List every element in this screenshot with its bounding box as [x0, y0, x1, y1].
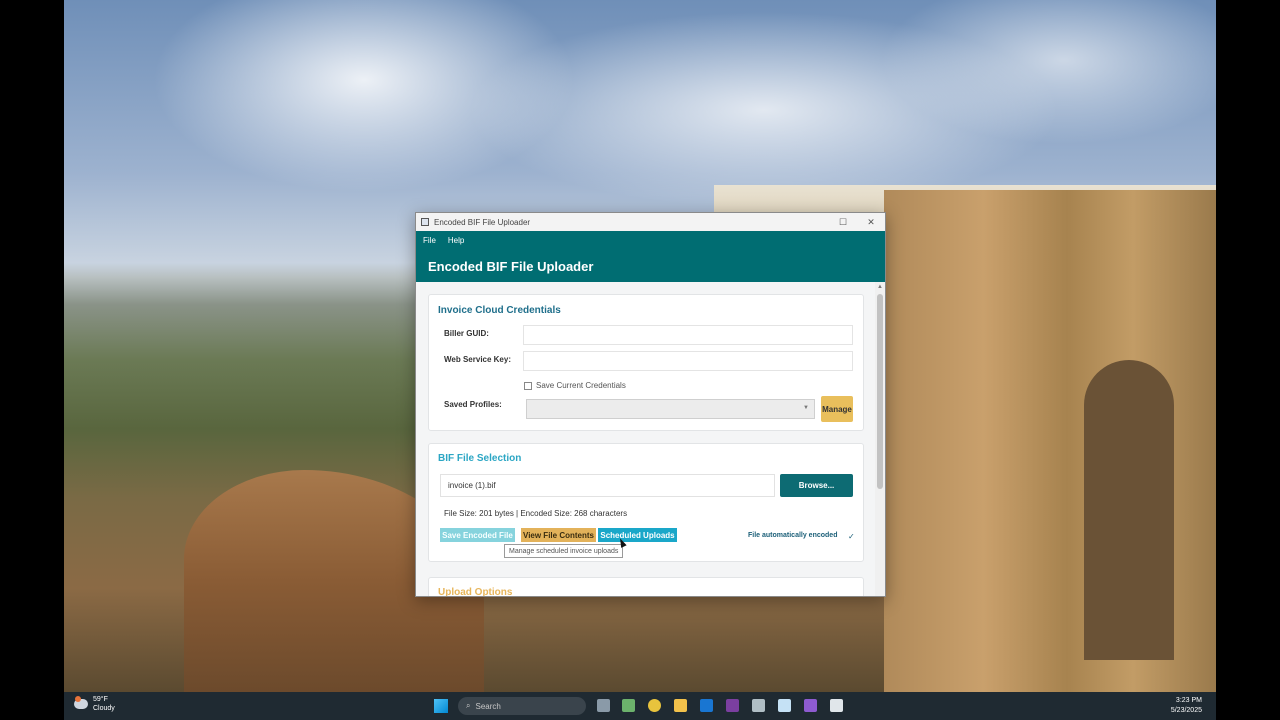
file-size-info: File Size: 201 bytes | Encoded Size: 268… — [444, 509, 628, 518]
app-header: Encoded BIF File Uploader — [416, 250, 885, 282]
saved-profiles-select[interactable]: ▼ — [526, 399, 815, 419]
credentials-title: Invoice Cloud Credentials — [438, 305, 561, 316]
web-service-key-input[interactable] — [523, 351, 853, 371]
visual-studio-icon[interactable] — [804, 699, 817, 712]
scrollbar-thumb[interactable] — [877, 294, 883, 489]
menu-help[interactable]: Help — [448, 236, 464, 245]
menu-bar: File Help — [416, 231, 885, 250]
window-title: Encoded BIF File Uploader — [434, 217, 531, 227]
calculator-icon[interactable] — [752, 699, 765, 712]
view-file-contents-button[interactable]: View File Contents — [521, 528, 596, 542]
weather-widget[interactable]: 59°F Cloudy — [74, 695, 115, 713]
bif-selection-title: BIF File Selection — [438, 453, 522, 464]
save-credentials-checkbox[interactable] — [524, 381, 532, 390]
save-credentials-label: Save Current Credentials — [536, 381, 626, 390]
maximize-icon[interactable]: ☐ — [829, 213, 857, 231]
weather-condition: Cloudy — [93, 705, 115, 712]
checkmark-icon: ✓ — [848, 532, 855, 541]
chrome-icon[interactable] — [648, 699, 661, 712]
app-window-taskbar-icon[interactable] — [830, 699, 843, 712]
biller-guid-input[interactable] — [523, 325, 853, 345]
wallpaper-bridge-arch — [1084, 360, 1174, 660]
close-icon[interactable]: ✕ — [857, 213, 885, 231]
app-icon — [421, 218, 429, 226]
clock-time: 3:23 PM — [1175, 697, 1202, 704]
upload-options-card: Upload Options — [428, 577, 864, 596]
file-path-input[interactable]: invoice (1).bif — [440, 474, 775, 497]
onenote-icon[interactable] — [726, 699, 739, 712]
scheduled-uploads-button[interactable]: Scheduled Uploads — [598, 528, 677, 542]
notepad-icon[interactable] — [778, 699, 791, 712]
vertical-scrollbar[interactable]: ▲ — [875, 282, 885, 596]
window-titlebar[interactable]: Encoded BIF File Uploader ☐ ✕ — [416, 213, 885, 231]
scheduled-uploads-tooltip: Manage scheduled invoice uploads — [504, 544, 624, 558]
taskbar-search[interactable]: ⌕ Search — [458, 697, 586, 715]
saved-profiles-label: Saved Profiles: — [444, 400, 502, 409]
chevron-down-icon: ▼ — [803, 405, 809, 411]
credentials-card: Invoice Cloud Credentials Biller GUID: W… — [428, 294, 864, 431]
menu-file[interactable]: File — [423, 236, 436, 245]
taskbar-search-placeholder: Search — [475, 701, 501, 711]
biller-guid-label: Biller GUID: — [444, 329, 489, 338]
manage-profiles-button[interactable]: Manage — [821, 396, 853, 422]
app-header-title: Encoded BIF File Uploader — [428, 258, 594, 274]
save-credentials-row[interactable]: Save Current Credentials — [524, 381, 626, 390]
weather-text: 59°F Cloudy — [93, 695, 115, 713]
upload-options-title: Upload Options — [438, 587, 513, 596]
widgets-icon[interactable] — [622, 699, 635, 712]
bif-selection-card: BIF File Selection invoice (1).bif Brows… — [428, 443, 864, 562]
search-icon: ⌕ — [466, 701, 471, 710]
cloud-icon — [74, 696, 88, 709]
encoding-status-text: File automatically encoded — [748, 532, 838, 539]
scroll-up-icon[interactable]: ▲ — [877, 284, 883, 290]
start-icon[interactable] — [434, 699, 448, 713]
system-clock[interactable]: 3:23 PM 5/23/2025 — [1171, 696, 1202, 716]
app-window: Encoded BIF File Uploader ☐ ✕ File Help … — [415, 212, 886, 597]
browse-button[interactable]: Browse... — [780, 474, 853, 497]
clock-date: 5/23/2025 — [1170, 707, 1202, 714]
web-service-key-label: Web Service Key: — [444, 355, 511, 364]
file-explorer-icon[interactable] — [674, 699, 687, 712]
window-controls: ☐ ✕ — [829, 213, 885, 231]
main-content: Invoice Cloud Credentials Biller GUID: W… — [416, 282, 876, 596]
outlook-icon[interactable] — [700, 699, 713, 712]
task-view-icon[interactable] — [597, 699, 610, 712]
taskbar: 59°F Cloudy ⌕ Search 3:23 PM 5/23/2025 — [64, 692, 1216, 720]
weather-temp: 59°F — [93, 696, 108, 703]
save-encoded-file-button[interactable]: Save Encoded File — [440, 528, 515, 542]
